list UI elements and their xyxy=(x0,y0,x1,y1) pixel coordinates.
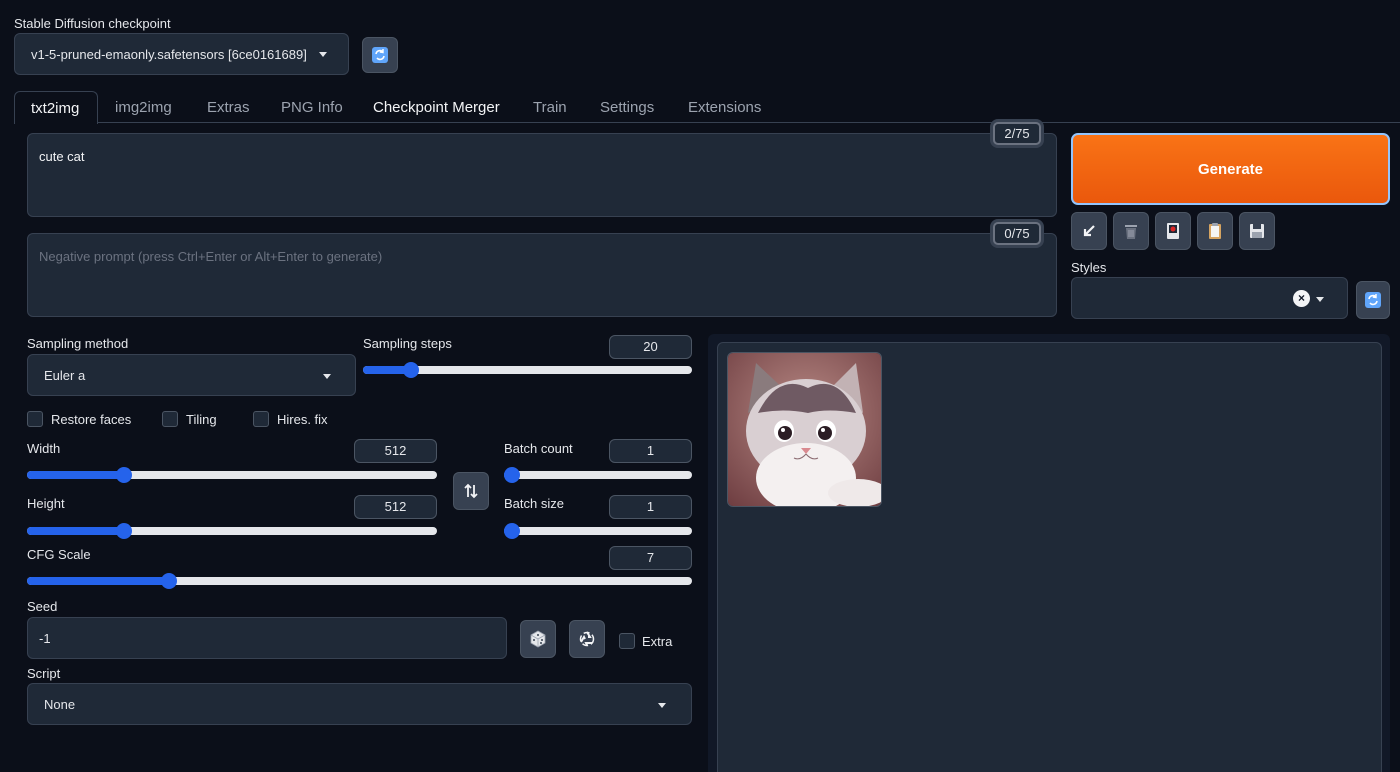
refresh-styles-button[interactable] xyxy=(1356,281,1390,319)
script-value: None xyxy=(44,697,76,712)
trash-icon xyxy=(1125,225,1137,239)
clipboard-icon xyxy=(1209,223,1221,239)
generate-button[interactable]: Generate xyxy=(1071,133,1390,205)
sampling-method-label: Sampling method xyxy=(27,336,129,351)
clear-icon[interactable]: × xyxy=(1293,290,1310,307)
batch-size-slider-thumb[interactable] xyxy=(504,523,520,539)
extra-networks-button[interactable] xyxy=(1155,212,1191,250)
width-input[interactable]: 512 xyxy=(354,439,437,463)
chevron-down-icon xyxy=(318,51,327,57)
script-dropdown[interactable]: None xyxy=(27,683,692,725)
hires-fix-label: Hires. fix xyxy=(277,412,328,427)
styles-label: Styles xyxy=(1071,260,1107,275)
reuse-seed-button[interactable] xyxy=(569,620,605,658)
tab-checkpoint-merger[interactable]: Checkpoint Merger xyxy=(373,99,500,116)
styles-dropdown[interactable]: × xyxy=(1071,277,1348,319)
height-slider-thumb[interactable] xyxy=(115,523,132,539)
width-slider-fill xyxy=(27,471,124,479)
hires-fix-checkbox[interactable] xyxy=(253,411,269,427)
seed-label: Seed xyxy=(27,599,58,614)
prompt-token-counter: 2/75 xyxy=(993,122,1041,145)
width-slider-track[interactable] xyxy=(27,471,437,479)
batch-count-slider-track[interactable] xyxy=(504,471,692,479)
tiling-checkbox[interactable] xyxy=(162,411,178,427)
floppy-disk-icon xyxy=(1250,224,1264,238)
seed-input[interactable]: -1 xyxy=(27,617,507,659)
arrow-down-left-icon xyxy=(1083,225,1095,237)
sampling-steps-slider-thumb[interactable] xyxy=(402,362,419,378)
swap-arrows-icon xyxy=(464,483,478,499)
negative-prompt-placeholder: Negative prompt (press Ctrl+Enter or Alt… xyxy=(39,249,383,264)
negative-prompt-token-counter: 0/75 xyxy=(993,222,1041,245)
card-icon xyxy=(1167,223,1179,239)
chevron-down-icon xyxy=(658,703,666,708)
script-label: Script xyxy=(27,666,61,681)
restore-faces-label: Restore faces xyxy=(51,412,132,427)
checkpoint-label: Stable Diffusion checkpoint xyxy=(14,16,171,31)
height-slider-fill xyxy=(27,527,124,535)
cfg-scale-slider-fill xyxy=(27,577,170,585)
batch-size-label: Batch size xyxy=(504,496,564,511)
tab-divider xyxy=(97,122,1400,123)
save-style-button[interactable] xyxy=(1239,212,1275,250)
extra-seed-checkbox[interactable] xyxy=(619,633,635,649)
width-slider-thumb[interactable] xyxy=(115,467,132,483)
refresh-icon xyxy=(372,47,388,63)
chevron-down-icon xyxy=(323,374,331,379)
tab-settings[interactable]: Settings xyxy=(600,99,654,116)
height-label: Height xyxy=(27,496,65,511)
batch-count-slider-thumb[interactable] xyxy=(504,467,520,483)
dice-icon xyxy=(530,630,546,648)
batch-count-label: Batch count xyxy=(504,441,573,456)
sampling-method-value: Euler a xyxy=(44,368,86,383)
output-panel xyxy=(708,334,1390,772)
generated-image-thumbnail[interactable] xyxy=(727,352,882,507)
cat-image xyxy=(728,353,881,506)
checkpoint-dropdown[interactable]: v1-5-pruned-emaonly.safetensors [6ce0161… xyxy=(14,33,349,75)
cfg-scale-input[interactable]: 7 xyxy=(609,546,692,570)
refresh-checkpoint-button[interactable] xyxy=(362,37,398,73)
cfg-scale-label: CFG Scale xyxy=(27,547,91,562)
cfg-scale-slider-track[interactable] xyxy=(27,577,692,585)
tab-img2img[interactable]: img2img xyxy=(115,99,172,116)
sampling-method-dropdown[interactable]: Euler a xyxy=(27,354,356,396)
height-input[interactable]: 512 xyxy=(354,495,437,519)
output-gallery xyxy=(717,342,1382,772)
checkpoint-value: v1-5-pruned-emaonly.safetensors [6ce0161… xyxy=(31,46,307,62)
tab-train[interactable]: Train xyxy=(533,99,567,116)
negative-prompt-input[interactable]: Negative prompt (press Ctrl+Enter or Alt… xyxy=(27,233,1057,317)
swap-dimensions-button[interactable] xyxy=(453,472,489,510)
prompt-text: cute cat xyxy=(39,149,85,164)
batch-size-input[interactable]: 1 xyxy=(609,495,692,519)
height-slider-track[interactable] xyxy=(27,527,437,535)
tab-png-info[interactable]: PNG Info xyxy=(281,99,343,116)
tab-extensions[interactable]: Extensions xyxy=(688,99,761,116)
recycle-icon xyxy=(579,631,595,647)
tab-txt2img[interactable]: txt2img xyxy=(14,91,98,124)
tab-extras[interactable]: Extras xyxy=(207,99,250,116)
tiling-label: Tiling xyxy=(186,412,217,427)
sampling-steps-input[interactable]: 20 xyxy=(609,335,692,359)
extra-seed-label: Extra xyxy=(642,634,673,649)
restore-faces-checkbox[interactable] xyxy=(27,411,43,427)
chevron-down-icon xyxy=(1316,297,1324,302)
batch-count-input[interactable]: 1 xyxy=(609,439,692,463)
prompt-input[interactable]: cute cat xyxy=(27,133,1057,217)
batch-size-slider-track[interactable] xyxy=(504,527,692,535)
sampling-steps-label: Sampling steps xyxy=(363,336,452,351)
read-params-button[interactable] xyxy=(1071,212,1107,250)
cfg-scale-slider-thumb[interactable] xyxy=(161,573,178,589)
refresh-icon xyxy=(1365,292,1381,308)
random-seed-button[interactable] xyxy=(520,620,556,658)
width-label: Width xyxy=(27,441,61,456)
apply-style-button[interactable] xyxy=(1197,212,1233,250)
clear-prompt-button[interactable] xyxy=(1113,212,1149,250)
